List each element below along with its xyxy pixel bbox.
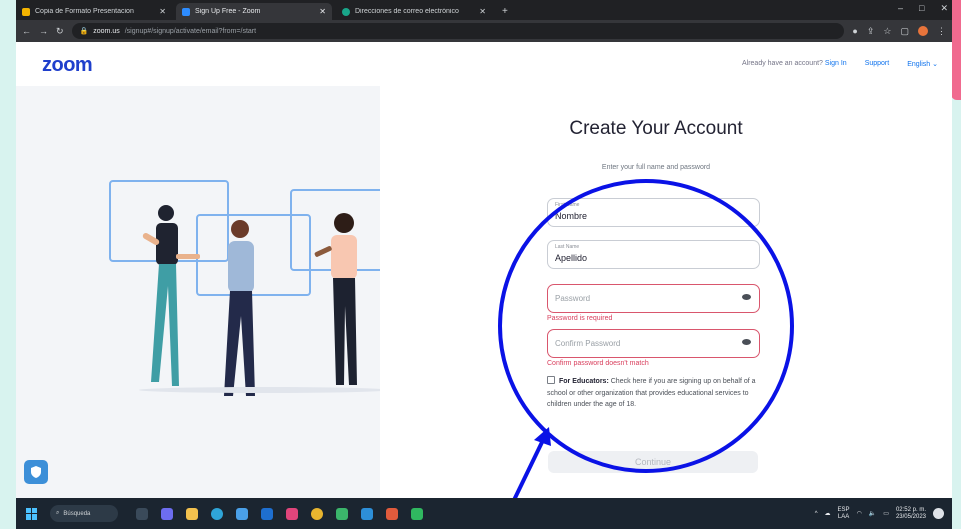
windows-taskbar: ⌕ Búsqueda ^ ☁ ESP LAA ◠ 🔈 ▭ 02:52 p. m. 23… <box>16 498 952 529</box>
system-tray: ^ ☁ ESP LAA ◠ 🔈 ▭ 02:52 p. m. 23/05/2023 <box>815 507 952 521</box>
notification-icon[interactable] <box>933 508 944 519</box>
tray-chevron-icon[interactable]: ^ <box>815 511 818 517</box>
store-icon[interactable] <box>236 507 248 520</box>
cloud-icon[interactable]: ☁ <box>825 510 831 517</box>
date-label: 23/05/2023 <box>895 513 926 520</box>
annotation-circle <box>498 179 794 473</box>
region-label: LAA <box>837 513 850 520</box>
taskbar-apps <box>136 507 423 520</box>
windows-start-icon[interactable] <box>26 507 38 520</box>
annotation-overlay <box>498 179 794 529</box>
wifi-icon[interactable]: ◠ <box>857 510 862 517</box>
chrome-icon[interactable] <box>311 507 323 520</box>
file-explorer-icon[interactable] <box>186 507 198 520</box>
taskbar-search-label: Búsqueda <box>63 510 91 517</box>
whatsapp-icon[interactable] <box>411 507 423 520</box>
chat-icon[interactable] <box>161 507 173 520</box>
app-green-icon[interactable] <box>336 507 348 520</box>
task-view-icon[interactable] <box>136 507 148 520</box>
taskbar-search[interactable]: ⌕ Búsqueda <box>50 505 118 522</box>
clock[interactable]: 02:52 p. m. 23/05/2023 <box>896 507 926 521</box>
volume-icon[interactable]: 🔈 <box>869 510 876 517</box>
vscode-icon[interactable] <box>361 507 373 520</box>
game-icon[interactable] <box>386 507 398 520</box>
lang-label: ESP <box>837 506 850 513</box>
instagram-icon[interactable] <box>286 507 298 520</box>
battery-icon[interactable]: ▭ <box>883 510 889 517</box>
input-language[interactable]: ESP LAA <box>838 507 850 521</box>
search-icon: ⌕ <box>56 510 60 516</box>
app-icon[interactable] <box>261 507 273 520</box>
time-label: 02:52 p. m. <box>895 506 926 513</box>
edge-icon[interactable] <box>211 507 223 520</box>
